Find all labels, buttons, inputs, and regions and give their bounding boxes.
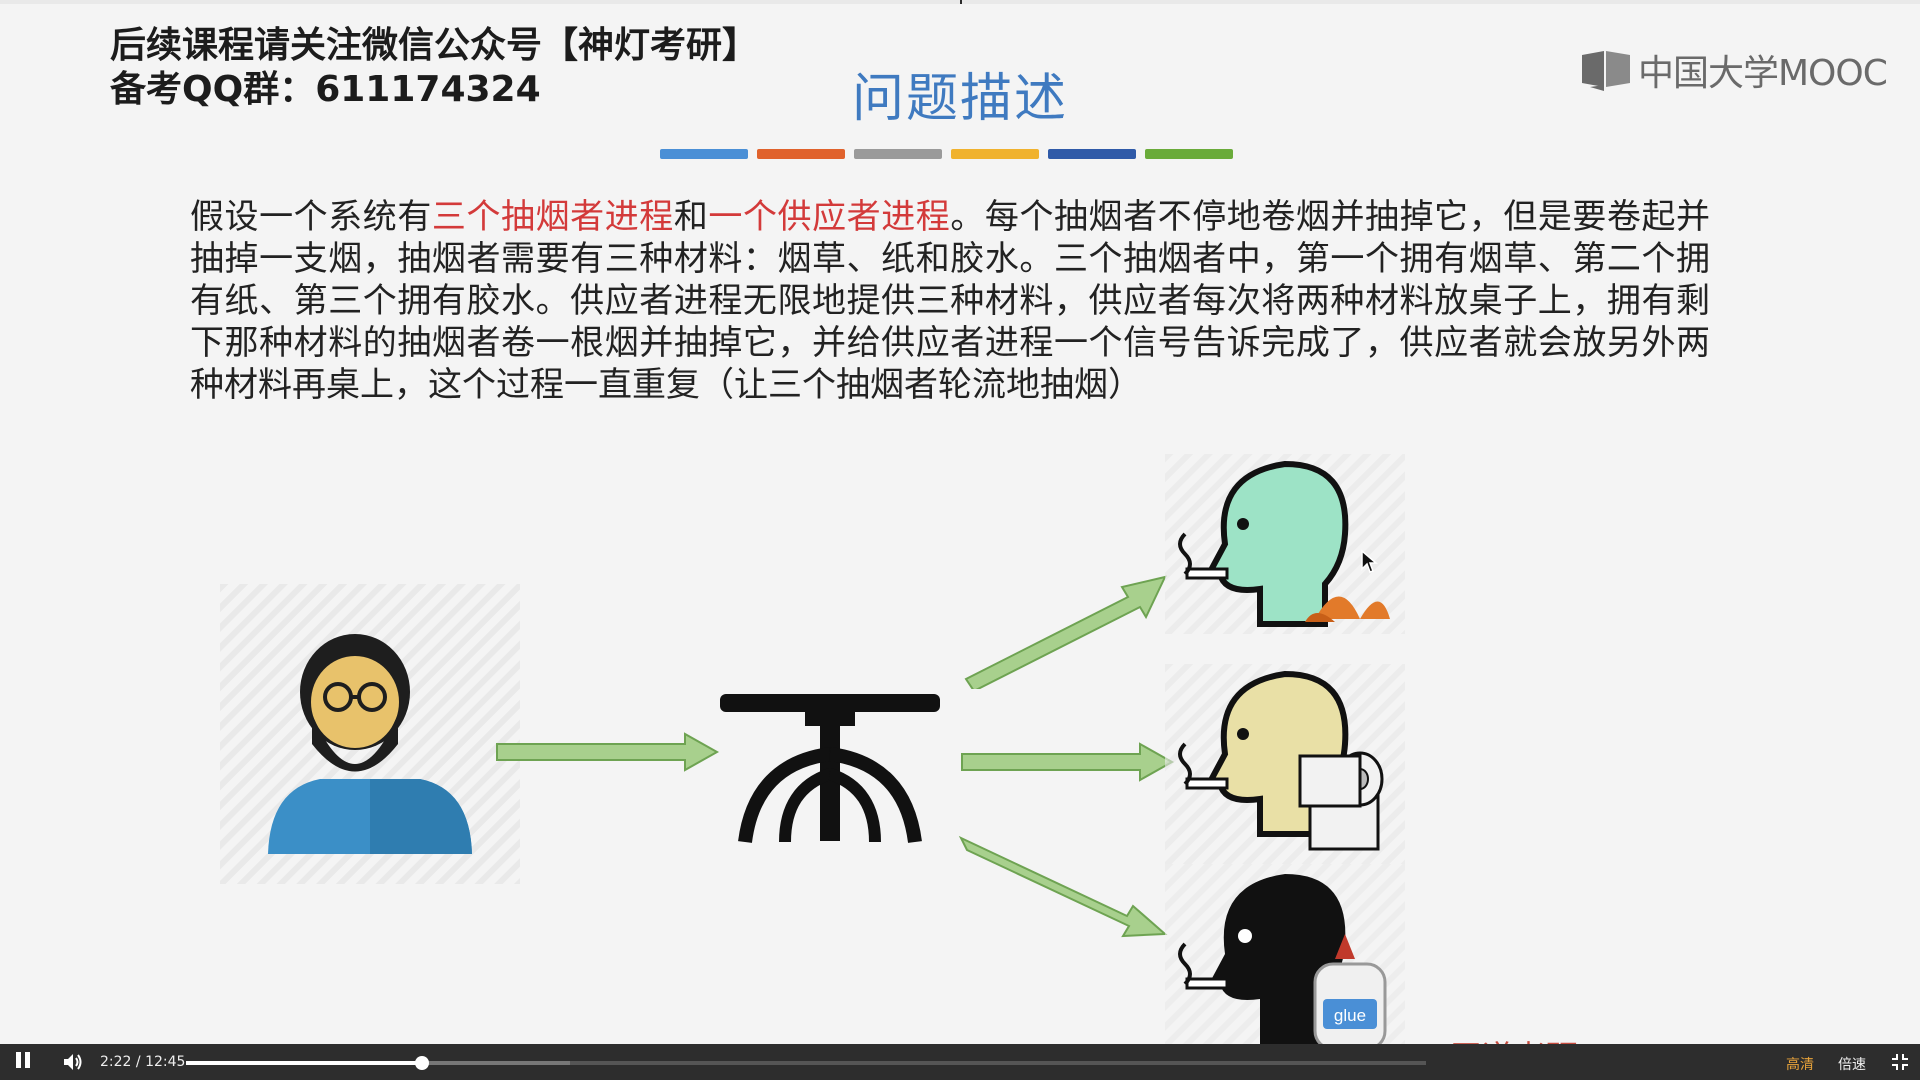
- para-highlight-smokers: 三个抽烟者进程: [431, 197, 674, 237]
- pause-icon-bar-right: [25, 1052, 30, 1068]
- color-bar-2: [757, 149, 845, 159]
- seek-played: [186, 1061, 422, 1065]
- total-time: 12:45: [145, 1054, 186, 1070]
- mouse-cursor-icon: [1361, 549, 1378, 573]
- logo-text: 中国大学MOOC: [1638, 53, 1888, 94]
- arrow-table-to-smoker-1: [964, 575, 1167, 689]
- pause-icon-bar-left: [16, 1052, 21, 1068]
- time-separator: /: [135, 1054, 141, 1070]
- seek-bar[interactable]: [186, 1056, 1426, 1070]
- para-text-2: 和: [673, 197, 709, 237]
- arrow-table-to-smoker-2: [961, 742, 1175, 782]
- current-time: 2:22: [100, 1054, 132, 1070]
- para-highlight-supplier: 一个供应者进程: [708, 197, 951, 237]
- color-bar-1: [660, 149, 748, 159]
- exit-fullscreen-icon[interactable]: [1890, 1052, 1910, 1072]
- para-text-1: 假设一个系统有: [190, 197, 432, 237]
- color-bar-3: [854, 149, 942, 159]
- table-icon: [720, 694, 940, 844]
- video-slide: 后续课程请关注微信公众号【神灯考研】 备考QQ群：611174324 问题描述 …: [0, 4, 1920, 1075]
- time-display: 2:22 / 12:45: [100, 1054, 185, 1070]
- video-controls-bar: 2:22 / 12:45 高清 倍速: [0, 1044, 1920, 1080]
- pause-button[interactable]: [16, 1052, 36, 1072]
- glue-label: glue: [1334, 1006, 1366, 1025]
- color-bar-5: [1048, 149, 1136, 159]
- mooc-book-icon: [1582, 51, 1630, 91]
- volume-icon[interactable]: [62, 1052, 84, 1072]
- speed-button[interactable]: 倍速: [1838, 1054, 1866, 1074]
- mooc-logo: 中国大学MOOC: [1580, 44, 1888, 96]
- quality-button[interactable]: 高清: [1786, 1054, 1814, 1074]
- smoker-tobacco-icon: [1165, 454, 1405, 634]
- arrow-table-to-smoker-3: [958, 835, 1168, 938]
- problem-description: 假设一个系统有三个抽烟者进程和一个供应者进程。每个抽烟者不停地卷烟并抽掉它，但是…: [190, 196, 1710, 406]
- seek-handle[interactable]: [414, 1056, 429, 1070]
- smoker-paper-icon: [1165, 664, 1405, 864]
- arrow-supplier-to-table: [496, 732, 720, 772]
- supplier-icon: [220, 584, 520, 884]
- color-bar-4: [951, 149, 1039, 159]
- color-bar-6: [1145, 149, 1233, 159]
- smoker-glue-icon: glue: [1165, 864, 1405, 1054]
